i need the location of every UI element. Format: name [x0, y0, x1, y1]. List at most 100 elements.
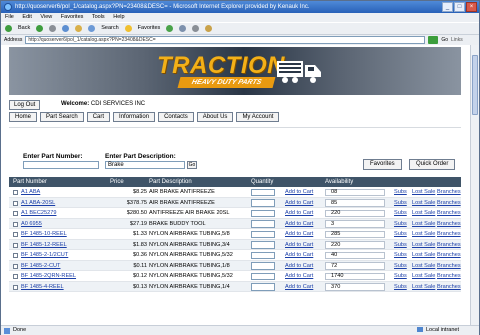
go-icon[interactable] [428, 36, 439, 44]
favorites-button-page[interactable]: Favorites [363, 159, 402, 170]
part-number-link[interactable]: BF 1485-2-CUT [21, 261, 60, 272]
part-number-link[interactable]: A0 6955 [21, 219, 42, 230]
add-to-cart-link[interactable]: Add to Cart [285, 282, 313, 293]
lost-sale-link[interactable]: Lost Sale [412, 219, 435, 230]
add-to-cart-link[interactable]: Add to Cart [285, 187, 313, 198]
branches-link[interactable]: Branches [437, 240, 461, 251]
back-icon[interactable] [5, 25, 12, 32]
menu-edit[interactable]: Edit [22, 14, 31, 20]
subs-link[interactable]: Subs [394, 229, 407, 240]
stop-icon[interactable] [49, 25, 57, 32]
part-description-input[interactable]: Brake [105, 161, 185, 169]
go-button[interactable]: Go [441, 35, 448, 45]
menu-tools[interactable]: Tools [92, 14, 105, 20]
part-number-link[interactable]: A1 ABA-20SL [21, 198, 55, 209]
history-icon[interactable] [166, 25, 174, 32]
quantity-input[interactable] [251, 209, 275, 217]
add-to-cart-link[interactable]: Add to Cart [285, 229, 313, 240]
quantity-input[interactable] [251, 262, 275, 270]
lost-sale-link[interactable]: Lost Sale [412, 282, 435, 293]
add-to-cart-link[interactable]: Add to Cart [285, 198, 313, 209]
part-number-link[interactable]: BF 1485-2-1/2CUT [21, 250, 68, 261]
favorites-button[interactable]: Favorites [138, 23, 161, 34]
subs-link[interactable]: Subs [394, 271, 407, 282]
menu-favorites[interactable]: Favorites [61, 14, 84, 20]
row-checkbox[interactable] [13, 242, 18, 248]
part-number-link[interactable]: A1 BEC25279 [21, 208, 56, 219]
mail-icon[interactable] [179, 25, 187, 32]
favorites-icon[interactable] [124, 25, 132, 32]
nav-my-account[interactable]: My Account [236, 112, 280, 122]
nav-information[interactable]: Information [113, 112, 156, 122]
row-checkbox[interactable] [13, 263, 18, 269]
close-icon[interactable]: × [466, 2, 477, 12]
branches-link[interactable]: Branches [437, 219, 461, 230]
row-checkbox[interactable] [13, 284, 18, 290]
maximize-icon[interactable]: □ [454, 2, 465, 12]
subs-link[interactable]: Subs [394, 282, 407, 293]
subs-link[interactable]: Subs [394, 187, 407, 198]
quantity-input[interactable] [251, 241, 275, 249]
menu-view[interactable]: View [40, 14, 52, 20]
subs-link[interactable]: Subs [394, 198, 407, 209]
nav-about-us[interactable]: About Us [196, 112, 234, 122]
part-number-link[interactable]: A1 ABA [21, 187, 40, 198]
quantity-input[interactable] [251, 283, 275, 291]
branches-link[interactable]: Branches [437, 229, 461, 240]
row-checkbox[interactable] [13, 232, 18, 237]
logout-button[interactable]: Log Out [9, 100, 41, 110]
part-number-input[interactable] [23, 161, 99, 169]
subs-link[interactable]: Subs [394, 250, 407, 261]
lost-sale-link[interactable]: Lost Sale [412, 250, 435, 261]
branches-link[interactable]: Branches [437, 261, 461, 272]
lost-sale-link[interactable]: Lost Sale [412, 261, 435, 272]
branches-link[interactable]: Branches [437, 282, 461, 293]
vertical-scrollbar[interactable] [470, 45, 479, 325]
add-to-cart-link[interactable]: Add to Cart [285, 250, 313, 261]
subs-link[interactable]: Subs [394, 240, 407, 251]
print-icon[interactable] [192, 25, 200, 32]
menu-file[interactable]: File [5, 14, 14, 20]
links-label[interactable]: Links [451, 35, 463, 45]
quantity-input[interactable] [251, 188, 275, 196]
row-checkbox[interactable] [13, 221, 18, 227]
part-number-link[interactable]: BF 1485-4-REEL [21, 282, 64, 293]
subs-link[interactable]: Subs [394, 219, 407, 230]
quantity-input[interactable] [251, 272, 275, 280]
branches-link[interactable]: Branches [437, 198, 461, 209]
part-number-link[interactable]: BF 1485-12-REEL [21, 240, 67, 251]
lost-sale-link[interactable]: Lost Sale [412, 229, 435, 240]
add-to-cart-link[interactable]: Add to Cart [285, 219, 313, 230]
back-button[interactable]: Back [18, 23, 30, 34]
lost-sale-link[interactable]: Lost Sale [412, 187, 435, 198]
lost-sale-link[interactable]: Lost Sale [412, 240, 435, 251]
lost-sale-link[interactable]: Lost Sale [412, 198, 435, 209]
lost-sale-link[interactable]: Lost Sale [412, 271, 435, 282]
part-number-link[interactable]: BF 1485-10-REEL [21, 229, 67, 240]
scrollbar-thumb[interactable] [472, 55, 478, 115]
row-checkbox[interactable] [13, 253, 18, 258]
subs-link[interactable]: Subs [394, 261, 407, 272]
search-button[interactable]: Search [101, 23, 118, 34]
row-checkbox[interactable] [13, 190, 18, 195]
row-checkbox[interactable] [13, 274, 18, 279]
branches-link[interactable]: Branches [437, 250, 461, 261]
menu-help[interactable]: Help [113, 14, 124, 20]
branches-link[interactable]: Branches [437, 271, 461, 282]
quantity-input[interactable] [251, 230, 275, 238]
add-to-cart-link[interactable]: Add to Cart [285, 240, 313, 251]
add-to-cart-link[interactable]: Add to Cart [285, 208, 313, 219]
part-number-link[interactable]: BF 1485-2QRN-REEL [21, 271, 76, 282]
subs-link[interactable]: Subs [394, 208, 407, 219]
lost-sale-link[interactable]: Lost Sale [412, 208, 435, 219]
row-checkbox[interactable] [13, 211, 18, 216]
edit-icon[interactable] [205, 25, 213, 32]
add-to-cart-link[interactable]: Add to Cart [285, 271, 313, 282]
nav-home[interactable]: Home [9, 112, 38, 122]
forward-icon[interactable] [36, 25, 44, 32]
quantity-input[interactable] [251, 220, 275, 228]
search-icon[interactable] [88, 25, 96, 32]
quick-order-button[interactable]: Quick Order [409, 159, 456, 170]
refresh-icon[interactable] [62, 25, 70, 32]
nav-cart[interactable]: Cart [86, 112, 111, 122]
